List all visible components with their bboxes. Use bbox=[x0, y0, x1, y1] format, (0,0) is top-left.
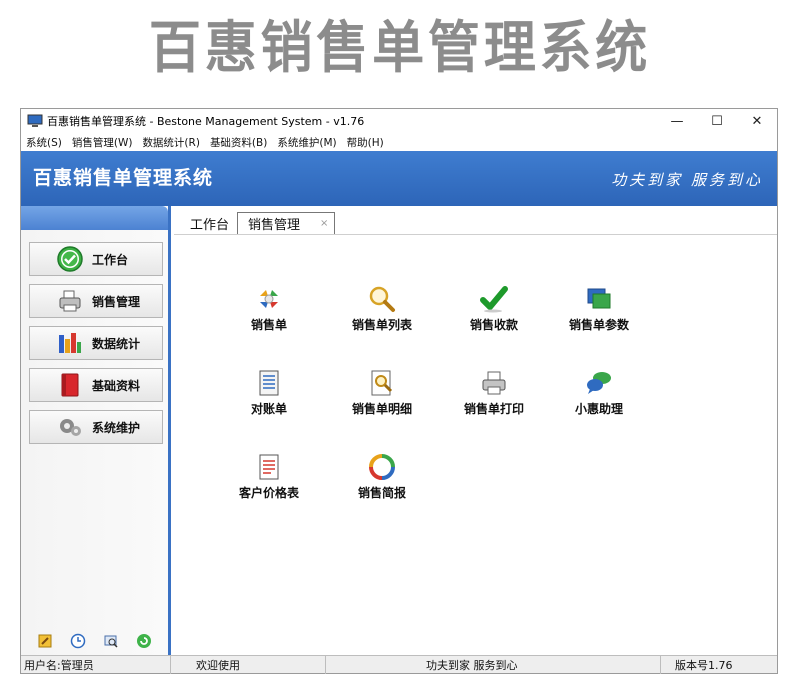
printer-icon bbox=[482, 371, 506, 395]
tile-label: 销售简报 bbox=[357, 486, 406, 500]
status-slogan: 功夫到家 服务到心 bbox=[326, 655, 661, 674]
sidebar-item-basic-data[interactable]: 基础资料 bbox=[29, 368, 163, 402]
document-search-icon bbox=[371, 370, 393, 396]
maximize-button[interactable]: ☐ bbox=[697, 109, 737, 133]
status-welcome: 欢迎使用 bbox=[171, 655, 326, 674]
tab-workbench[interactable]: 工作台 bbox=[182, 212, 237, 234]
edit-icon[interactable] bbox=[37, 633, 53, 649]
app-monitor-icon bbox=[27, 114, 43, 127]
tab-divider bbox=[174, 234, 777, 235]
tab-label: 销售管理 bbox=[248, 218, 301, 233]
arrows-cycle-icon bbox=[260, 290, 278, 308]
tile-sales-order[interactable]: 销售单 bbox=[219, 284, 319, 344]
header-title: 百惠销售单管理系统 bbox=[33, 167, 214, 189]
minimize-button[interactable]: — bbox=[657, 109, 697, 133]
app-header: 百惠销售单管理系统 功夫到家 服务到心 bbox=[21, 151, 777, 206]
tile-customer-price-list[interactable]: 客户价格表 bbox=[219, 452, 319, 512]
sidebar-item-statistics[interactable]: 数据统计 bbox=[29, 326, 163, 360]
windows-stack-icon bbox=[587, 288, 611, 309]
tile-label: 销售单参数 bbox=[568, 318, 629, 332]
tile-sales-order-list[interactable]: 销售单列表 bbox=[332, 284, 432, 344]
sidebar-item-label: 系统维护 bbox=[92, 420, 141, 435]
price-list-icon bbox=[259, 454, 279, 480]
sidebar-header bbox=[21, 206, 168, 230]
tab-strip: 工作台 销售管理 × bbox=[182, 212, 336, 234]
recycle-icon bbox=[369, 454, 395, 480]
main-content: 工作台 销售管理 × 销售单 销售单列表 销售收款 销售单参数 对账单 销售单明… bbox=[174, 206, 777, 657]
sidebar-item-label: 工作台 bbox=[92, 252, 129, 267]
sidebar-item-label: 销售管理 bbox=[92, 294, 141, 309]
menu-basic-data[interactable]: 基础资料(B) bbox=[205, 135, 272, 150]
page-banner: 百惠销售单管理系统 bbox=[0, 0, 800, 100]
close-icon[interactable]: × bbox=[320, 218, 328, 229]
tile-sales-order-detail[interactable]: 销售单明细 bbox=[332, 368, 432, 428]
tile-sales-order-print[interactable]: 销售单打印 bbox=[444, 368, 544, 428]
tile-sales-payment[interactable]: 销售收款 bbox=[444, 284, 544, 344]
menu-system[interactable]: 系统(S) bbox=[21, 135, 67, 150]
tile-sales-report[interactable]: 销售简报 bbox=[332, 452, 432, 512]
sidebar-item-maintenance[interactable]: 系统维护 bbox=[29, 410, 163, 444]
app-window: 百惠销售单管理系统 - Bestone Management System - … bbox=[20, 108, 778, 674]
header-slogan: 功夫到家 服务到心 bbox=[611, 171, 763, 189]
menu-maintenance[interactable]: 系统维护(M) bbox=[272, 135, 341, 150]
menu-bar: 系统(S) 销售管理(W) 数据统计(R) 基础资料(B) 系统维护(M) 帮助… bbox=[21, 133, 777, 151]
menu-help[interactable]: 帮助(H) bbox=[342, 135, 389, 150]
status-bar: 用户名:管理员 欢迎使用 功夫到家 服务到心 版本号1.76 bbox=[21, 655, 777, 674]
tile-label: 对账单 bbox=[250, 402, 287, 416]
refresh-icon[interactable] bbox=[136, 633, 152, 649]
sidebar-item-workbench[interactable]: 工作台 bbox=[29, 242, 163, 276]
status-version: 版本号1.76 bbox=[675, 658, 733, 672]
check-circle-icon bbox=[57, 246, 83, 272]
tile-assistant[interactable]: 小惠助理 bbox=[549, 368, 649, 428]
tile-sales-order-params[interactable]: 销售单参数 bbox=[549, 284, 649, 344]
tab-sales-management[interactable]: 销售管理 × bbox=[237, 212, 336, 234]
tile-label: 销售单 bbox=[250, 318, 287, 332]
bar-chart-icon bbox=[59, 333, 81, 353]
title-bar: 百惠销售单管理系统 - Bestone Management System - … bbox=[21, 109, 777, 133]
book-icon bbox=[61, 373, 79, 397]
ledger-icon bbox=[259, 370, 279, 396]
clock-icon[interactable] bbox=[70, 633, 86, 649]
window-title: 百惠销售单管理系统 - Bestone Management System - … bbox=[47, 115, 365, 128]
menu-sales[interactable]: 销售管理(W) bbox=[67, 135, 138, 150]
sidebar-item-label: 数据统计 bbox=[92, 336, 141, 351]
tile-label: 客户价格表 bbox=[238, 486, 299, 500]
banner-title: 百惠销售单管理系统 bbox=[148, 16, 652, 81]
tab-label: 工作台 bbox=[190, 217, 230, 233]
status-user: 用户名:管理员 bbox=[21, 655, 171, 674]
tile-label: 销售单打印 bbox=[463, 402, 524, 416]
menu-statistics[interactable]: 数据统计(R) bbox=[137, 135, 205, 150]
tile-label: 小惠助理 bbox=[574, 402, 623, 416]
tile-statement[interactable]: 对账单 bbox=[219, 368, 319, 428]
chat-bubbles-icon bbox=[587, 372, 611, 394]
search-icon[interactable] bbox=[103, 633, 119, 649]
magnifier-icon bbox=[369, 286, 395, 312]
tile-label: 销售单列表 bbox=[351, 318, 412, 332]
close-button[interactable]: ✕ bbox=[737, 109, 777, 133]
sidebar-item-label: 基础资料 bbox=[92, 378, 141, 393]
tile-label: 销售单明细 bbox=[351, 402, 412, 416]
sidebar-toolbar bbox=[21, 633, 168, 649]
sidebar: 工作台 销售管理 数据统计 基础资料 系统维护 bbox=[21, 206, 171, 657]
checkmark-icon bbox=[480, 286, 508, 313]
printer-icon bbox=[59, 290, 81, 312]
tile-label: 销售收款 bbox=[469, 318, 518, 332]
sidebar-item-sales[interactable]: 销售管理 bbox=[29, 284, 163, 318]
gear-icon bbox=[60, 419, 81, 436]
